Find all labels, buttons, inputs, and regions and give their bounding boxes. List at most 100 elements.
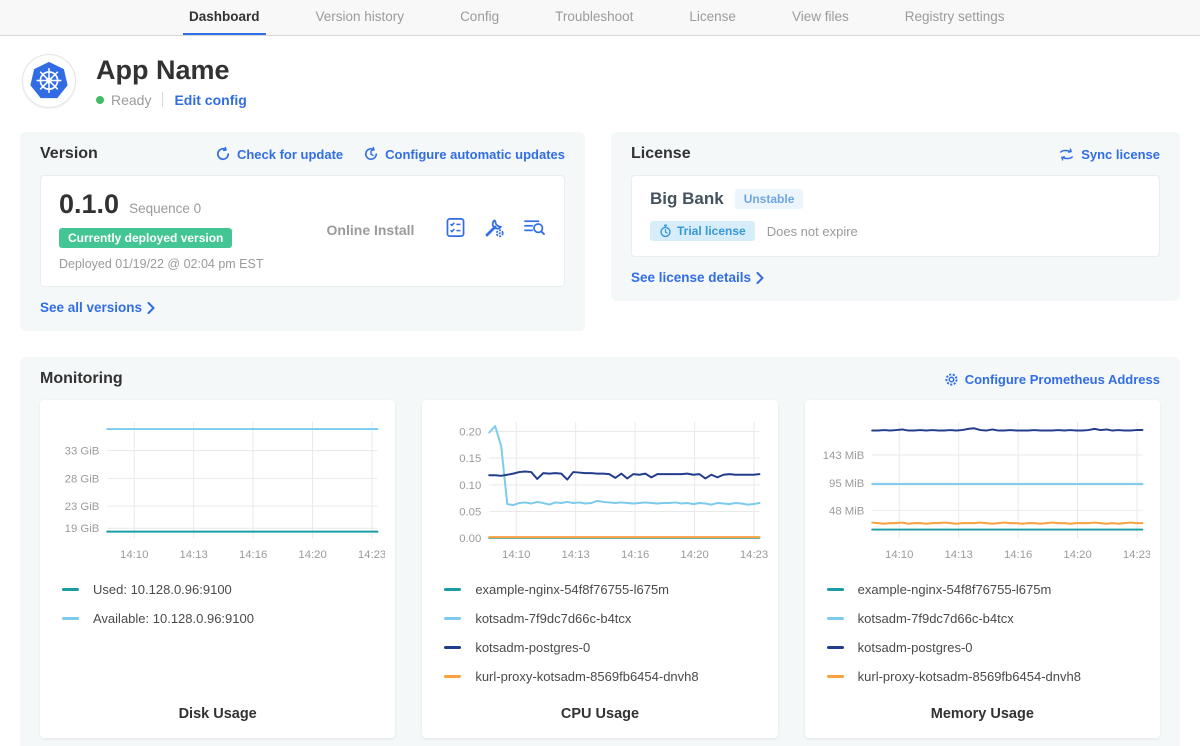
legend-item: kotsadm-postgres-0 (827, 640, 1150, 655)
see-all-versions-label: See all versions (40, 300, 142, 315)
see-license-details-link[interactable]: See license details (631, 270, 764, 285)
legend-color-dash (62, 617, 79, 620)
license-card: License Sync license Big Bank Unstable (611, 132, 1180, 301)
release-notes-icon[interactable] (444, 216, 467, 244)
svg-text:28 GiB: 28 GiB (65, 473, 100, 485)
legend-item: example-nginx-54f8f76755-l675m (827, 582, 1150, 597)
legend-label: example-nginx-54f8f76755-l675m (475, 582, 669, 597)
status-text: Ready (111, 92, 151, 108)
check-for-update-label: Check for update (237, 147, 343, 162)
trial-license-icon (659, 224, 672, 238)
legend-color-dash (827, 646, 844, 649)
charts-row: 14:10 14:13 14:16 14:20 14:23 19 GiB 23 GiB 28 … (40, 400, 1160, 738)
legend-color-dash (444, 617, 461, 620)
cpu-usage-panel: 14:1014:1314:1614:2014:230.000.050.100.1… (422, 400, 777, 738)
svg-text:14:20: 14:20 (681, 549, 709, 561)
cards-row: Version Check for update Configure au (0, 132, 1200, 331)
disk-usage-panel: 14:1014:1314:1614:2014:2319 GiB23 GiB28 … (40, 400, 395, 738)
svg-text:19 GiB: 19 GiB (65, 523, 100, 535)
svg-text:14:20: 14:20 (1063, 549, 1091, 561)
cpu-usage-title: CPU Usage (432, 706, 767, 722)
see-all-versions-link[interactable]: See all versions (40, 300, 155, 315)
svg-text:0.15: 0.15 (460, 453, 482, 465)
legend-item: kurl-proxy-kotsadm-8569fb6454-dnvh8 (827, 669, 1150, 684)
svg-text:14:16: 14:16 (1004, 549, 1032, 561)
svg-text:14:13: 14:13 (179, 549, 207, 561)
svg-text:143 MiB: 143 MiB (822, 450, 864, 462)
license-name: Big Bank (650, 189, 724, 209)
tab-license[interactable]: License (683, 0, 742, 35)
configure-updates-label: Configure automatic updates (385, 147, 565, 162)
legend-color-dash (62, 588, 79, 591)
disk-usage-legend: Used: 10.128.0.96:9100 Available: 10.128.… (62, 582, 385, 640)
license-panel: Big Bank Unstable Trial license Does not… (631, 175, 1160, 257)
legend-item: kurl-proxy-kotsadm-8569fb6454-dnvh8 (444, 669, 767, 684)
tab-version-history[interactable]: Version history (310, 0, 411, 35)
kubernetes-icon (28, 60, 70, 102)
configure-prometheus-label: Configure Prometheus Address (965, 372, 1160, 387)
legend-color-dash (444, 675, 461, 678)
legend-label: kotsadm-7f9dc7d66c-b4tcx (475, 611, 631, 626)
see-license-details-label: See license details (631, 270, 751, 285)
legend-color-dash (444, 646, 461, 649)
preflight-icon[interactable] (522, 216, 546, 244)
legend-item: Used: 10.128.0.96:9100 (62, 582, 385, 597)
status-dot (96, 96, 104, 104)
check-for-update-button[interactable]: Check for update (215, 146, 343, 162)
legend-label: kurl-proxy-kotsadm-8569fb6454-dnvh8 (475, 669, 698, 684)
app-header: App Name Ready Edit config (0, 36, 1200, 116)
svg-text:14:13: 14:13 (944, 549, 972, 561)
sync-license-label: Sync license (1081, 147, 1160, 162)
svg-text:14:10: 14:10 (885, 549, 913, 561)
monitoring-section: Monitoring Configure Prometheus Address … (20, 357, 1180, 746)
tab-registry-settings[interactable]: Registry settings (899, 0, 1011, 35)
edit-config-link[interactable]: Edit config (174, 92, 246, 108)
tab-config[interactable]: Config (454, 0, 505, 35)
legend-label: kurl-proxy-kotsadm-8569fb6454-dnvh8 (858, 669, 1081, 684)
app-logo (22, 54, 76, 108)
divider (162, 92, 163, 107)
current-version-panel: 0.1.0 Sequence 0 Currently deployed vers… (40, 175, 565, 287)
sync-license-button[interactable]: Sync license (1058, 147, 1160, 162)
tab-view-files[interactable]: View files (786, 0, 855, 35)
legend-label: kotsadm-postgres-0 (858, 640, 973, 655)
disk-usage-title: Disk Usage (50, 706, 385, 722)
version-card: Version Check for update Configure au (20, 132, 585, 331)
legend-color-dash (444, 588, 461, 591)
svg-text:0.10: 0.10 (460, 480, 482, 492)
top-navigation: Dashboard Version history Config Trouble… (0, 0, 1200, 36)
legend-item: kotsadm-7f9dc7d66c-b4tcx (827, 611, 1150, 626)
tab-troubleshoot[interactable]: Troubleshoot (549, 0, 639, 35)
svg-text:23 GiB: 23 GiB (65, 501, 100, 513)
legend-label: Used: 10.128.0.96:9100 (93, 582, 232, 597)
chevron-icon (756, 272, 764, 284)
legend-item: kotsadm-7f9dc7d66c-b4tcx (444, 611, 767, 626)
cpu-usage-legend: example-nginx-54f8f76755-l675m kotsadm-7f… (444, 582, 767, 698)
svg-text:0.05: 0.05 (460, 506, 482, 518)
license-expiry: Does not expire (767, 224, 858, 239)
tab-dashboard[interactable]: Dashboard (183, 0, 266, 35)
legend-item: example-nginx-54f8f76755-l675m (444, 582, 767, 597)
channel-badge: Unstable (735, 189, 804, 209)
memory-usage-chart: 14:10 14:13 14:16 14:20 14:23 48 MiB 95 MiB 143… (815, 412, 1150, 570)
legend-item: Available: 10.128.0.96:9100 (62, 611, 385, 626)
svg-text:14:16: 14:16 (239, 549, 267, 561)
svg-text:14:10: 14:10 (502, 549, 530, 561)
config-tools-icon[interactable] (483, 216, 506, 244)
install-type-label: Online Install (297, 222, 444, 238)
version-card-title: Version (40, 145, 98, 163)
svg-text:14:20: 14:20 (298, 549, 326, 561)
svg-text:48 MiB: 48 MiB (829, 505, 864, 517)
svg-text:14:23: 14:23 (1123, 549, 1150, 561)
legend-label: example-nginx-54f8f76755-l675m (858, 582, 1052, 597)
version-number: 0.1.0 (59, 189, 119, 220)
svg-text:14:23: 14:23 (740, 549, 767, 561)
configure-automatic-updates-button[interactable]: Configure automatic updates (363, 146, 565, 162)
svg-text:33 GiB: 33 GiB (65, 446, 100, 458)
svg-text:14:10: 14:10 (120, 549, 148, 561)
svg-text:95 MiB: 95 MiB (829, 478, 864, 490)
monitoring-title: Monitoring (40, 370, 123, 388)
deployed-badge: Currently deployed version (59, 228, 232, 248)
configure-prometheus-button[interactable]: Configure Prometheus Address (944, 372, 1160, 387)
configure-prometheus-icon (944, 372, 959, 387)
